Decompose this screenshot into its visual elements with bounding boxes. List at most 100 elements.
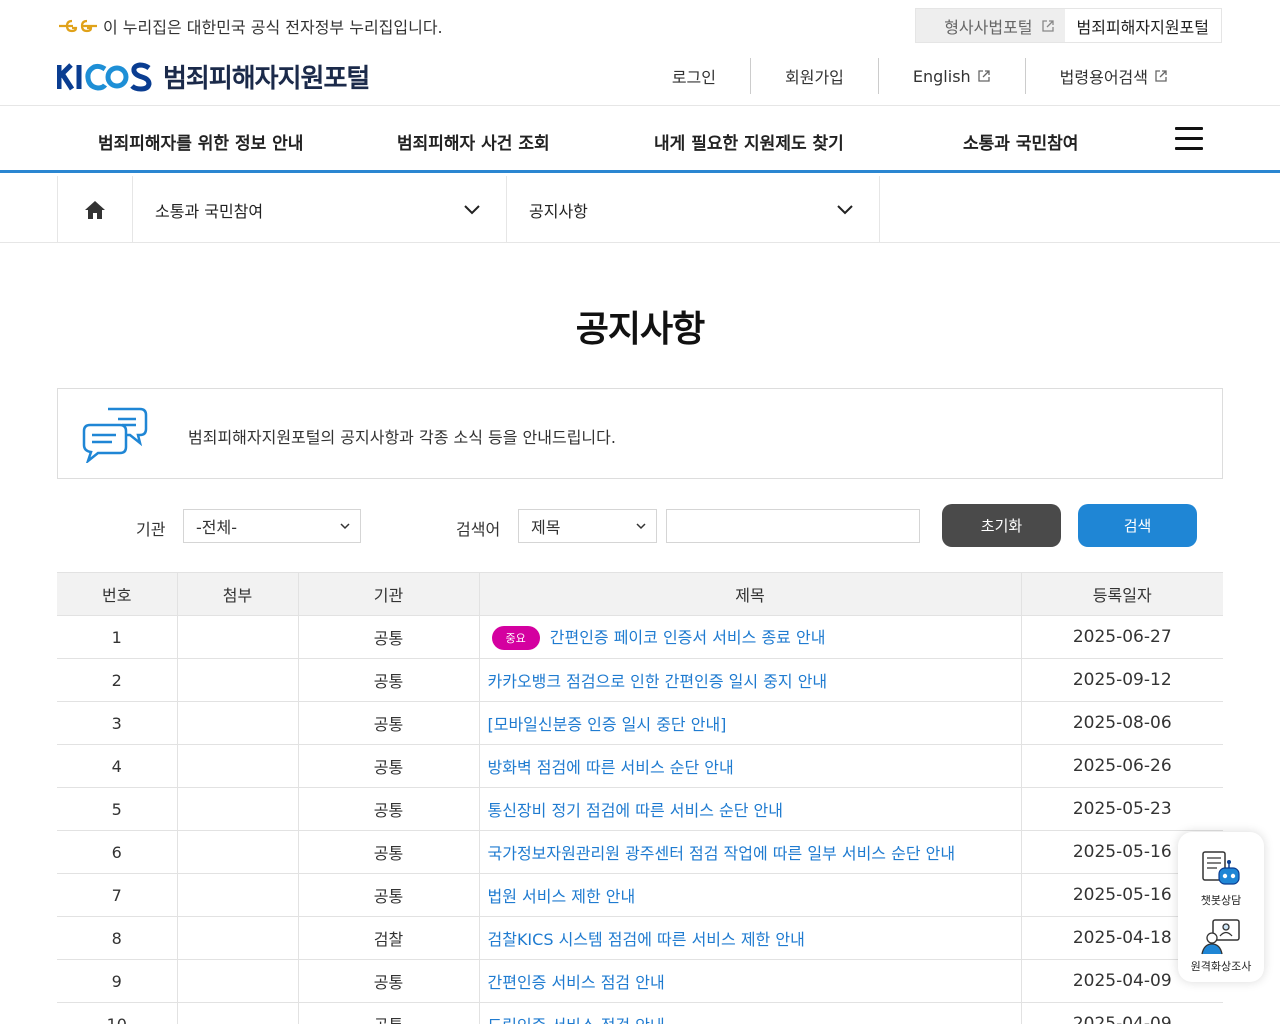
nav-support-finder[interactable]: 내게 필요한 지원제도 찾기 <box>654 129 844 154</box>
chatbot-label: 챗봇상담 <box>1200 894 1242 907</box>
table-row[interactable]: 9 공통 간편인증 서비스 점검 안내 2025-04-09 <box>57 959 1223 1003</box>
video-call-icon <box>1201 919 1240 955</box>
breadcrumb-level1-select[interactable]: 소통과 국민참여 <box>133 176 507 243</box>
cell-title[interactable]: 중요 간편인증 페이코 인증서 서비스 종료 안내 <box>479 615 1022 659</box>
quick-menu: 챗봇상담 원격화상조사 <box>1178 832 1264 982</box>
cell-attach <box>177 658 299 702</box>
breadcrumb: 소통과 국민참여 공지사항 <box>0 176 1280 243</box>
site-title: 범죄피해자지원포털 <box>163 64 370 94</box>
table-row[interactable]: 8 검찰 검찰KICS 시스템 점검에 따른 서비스 제한 안내 2025-04-18 <box>57 916 1223 960</box>
portal-tab-victim[interactable]: 범죄피해자지원포털 <box>1064 9 1221 42</box>
cell-attach <box>177 701 299 745</box>
notice-title-link[interactable]: 간편인증 서비스 점검 안내 <box>488 973 665 992</box>
cell-date: 2025-04-09 <box>1021 1002 1223 1024</box>
cell-title[interactable]: 법원 서비스 제한 안내 <box>479 873 1022 917</box>
table-row[interactable]: 2 공통 카카오뱅크 점검으로 인한 간편인증 일시 중지 안내 2025-09-12 <box>57 658 1223 702</box>
cell-date: 2025-06-27 <box>1021 615 1223 659</box>
table-row[interactable]: 3 공통 [모바일신분증 인증 일시 중단 안내] 2025-08-06 <box>57 701 1223 745</box>
gov-banner: 이 누리집은 대한민국 공식 전자정부 누리집입니다. 형사사법포털 범죄피해자… <box>0 0 1280 48</box>
notice-title-link[interactable]: 드림인증 서비스 점검 안내 <box>488 1016 665 1024</box>
nav-case-lookup[interactable]: 범죄피해자 사건 조회 <box>397 129 550 154</box>
cell-no: 7 <box>57 873 178 917</box>
cell-title[interactable]: 간편인증 서비스 점검 안내 <box>479 959 1022 1003</box>
keyword-input[interactable] <box>666 509 920 543</box>
home-icon <box>85 200 105 219</box>
col-attach: 첨부 <box>177 572 299 616</box>
cell-title[interactable]: 검찰KICS 시스템 점검에 따른 서비스 제한 안내 <box>479 916 1022 960</box>
col-org: 기관 <box>298 572 480 616</box>
intro-box: 범죄피해자지원포털의 공지사항과 각종 소식 등을 안내드립니다. <box>57 388 1223 479</box>
chatbot-button[interactable]: 챗봇상담 <box>1178 850 1264 908</box>
cell-attach <box>177 959 299 1003</box>
search-field-select[interactable]: 제목 <box>518 509 657 543</box>
site-logo[interactable]: 범죄피해자지원포털 <box>57 58 370 95</box>
cell-org: 공통 <box>298 959 480 1003</box>
col-title: 제목 <box>479 572 1022 616</box>
external-link-icon <box>978 70 990 82</box>
table-row[interactable]: 5 공통 통신장비 정기 점검에 따른 서비스 순단 안내 2025-05-23 <box>57 787 1223 831</box>
cell-no: 1 <box>57 615 178 659</box>
notice-title-link[interactable]: 방화벽 점검에 따른 서비스 순단 안내 <box>488 758 734 777</box>
breadcrumb-level1-label: 소통과 국민참여 <box>155 201 264 221</box>
notice-title-link[interactable]: 카카오뱅크 점검으로 인한 간편인증 일시 중지 안내 <box>488 672 828 691</box>
cell-no: 3 <box>57 701 178 745</box>
cell-date: 2025-05-23 <box>1021 787 1223 831</box>
nav-participation[interactable]: 소통과 국민참여 <box>963 129 1078 154</box>
english-link[interactable]: English <box>877 58 1025 94</box>
chevron-down-icon <box>837 204 853 214</box>
table-row[interactable]: 7 공통 법원 서비스 제한 안내 2025-05-16 <box>57 873 1223 917</box>
important-badge: 중요 <box>491 626 540 651</box>
keyword-label: 검색어 <box>456 520 501 539</box>
main-navigation: 범죄피해자를 위한 정보 안내 범죄피해자 사건 조회 내게 필요한 지원제도 … <box>0 107 1280 173</box>
search-button[interactable]: 검색 <box>1078 504 1197 547</box>
nav-victim-info[interactable]: 범죄피해자를 위한 정보 안내 <box>98 129 303 154</box>
home-button[interactable] <box>57 176 133 243</box>
cell-attach <box>177 744 299 788</box>
table-row[interactable]: 1 공통 중요 간편인증 페이코 인증서 서비스 종료 안내 2025-06-27 <box>57 615 1223 659</box>
cell-no: 4 <box>57 744 178 788</box>
cell-title[interactable]: 통신장비 정기 점검에 따른 서비스 순단 안내 <box>479 787 1022 831</box>
notice-title-link[interactable]: 통신장비 정기 점검에 따른 서비스 순단 안내 <box>488 801 783 820</box>
cell-attach <box>177 916 299 960</box>
gov-notice[interactable]: 이 누리집은 대한민국 공식 전자정부 누리집입니다. <box>57 14 443 38</box>
notice-title-link[interactable]: 간편인증 페이코 인증서 서비스 종료 안내 <box>550 628 826 647</box>
portal-tab-label: 범죄피해자지원포털 <box>1076 17 1209 37</box>
cell-attach <box>177 830 299 874</box>
table-row[interactable]: 6 공통 국가정보자원관리원 광주센터 점검 작업에 따른 일부 서비스 순단 안내… <box>57 830 1223 874</box>
cell-attach <box>177 1002 299 1024</box>
notice-title-link[interactable]: 검찰KICS 시스템 점검에 따른 서비스 제한 안내 <box>488 930 805 949</box>
cell-title[interactable]: 국가정보자원관리원 광주센터 점검 작업에 따른 일부 서비스 순단 안내 <box>479 830 1022 874</box>
intro-text: 범죄피해자지원포털의 공지사항과 각종 소식 등을 안내드립니다. <box>188 428 616 447</box>
breadcrumb-level2-select[interactable]: 공지사항 <box>507 176 880 243</box>
notice-title-link[interactable]: 법원 서비스 제한 안내 <box>488 887 636 906</box>
external-link-icon <box>1155 70 1167 82</box>
video-investigation-button[interactable]: 원격화상조사 <box>1178 916 1264 974</box>
egov-mark-icon <box>59 19 97 33</box>
breadcrumb-level2-label: 공지사항 <box>529 201 588 221</box>
reset-button[interactable]: 초기화 <box>942 504 1061 547</box>
signup-link[interactable]: 회원가입 <box>750 58 878 94</box>
login-label: 로그인 <box>671 68 716 87</box>
cell-org: 공통 <box>298 615 480 659</box>
portal-tab-kics[interactable]: 형사사법포털 <box>916 9 1065 42</box>
cell-no: 10 <box>57 1002 178 1024</box>
law-term-search-link[interactable]: 법령용어검색 <box>1024 58 1202 94</box>
hamburger-menu-icon[interactable] <box>1175 127 1203 151</box>
video-investigation-label: 원격화상조사 <box>1190 960 1252 973</box>
org-select[interactable]: -전체- <box>183 509 361 543</box>
cell-attach <box>177 615 299 659</box>
table-row[interactable]: 10 공통드림인증 서비스 점검 안내 2025-04-09 <box>57 1002 1223 1024</box>
cell-org: 공통 <box>298 701 480 745</box>
notice-title-link[interactable]: [모바일신분증 인증 일시 중단 안내] <box>488 715 727 734</box>
login-link[interactable]: 로그인 <box>638 58 750 94</box>
org-select-value: -전체- <box>196 518 237 537</box>
notice-title-link[interactable]: 국가정보자원관리원 광주센터 점검 작업에 따른 일부 서비스 순단 안내 <box>488 844 956 863</box>
table-row[interactable]: 4 공통 방화벽 점검에 따른 서비스 순단 안내 2025-06-26 <box>57 744 1223 788</box>
english-label: English <box>912 66 971 86</box>
cell-title[interactable]: 카카오뱅크 점검으로 인한 간편인증 일시 중지 안내 <box>479 658 1022 702</box>
cell-title[interactable]: 드림인증 서비스 점검 안내 <box>479 1002 1022 1024</box>
cell-no: 5 <box>57 787 178 831</box>
col-no: 번호 <box>57 572 178 616</box>
cell-title[interactable]: [모바일신분증 인증 일시 중단 안내] <box>479 701 1022 745</box>
cell-title[interactable]: 방화벽 점검에 따른 서비스 순단 안내 <box>479 744 1022 788</box>
